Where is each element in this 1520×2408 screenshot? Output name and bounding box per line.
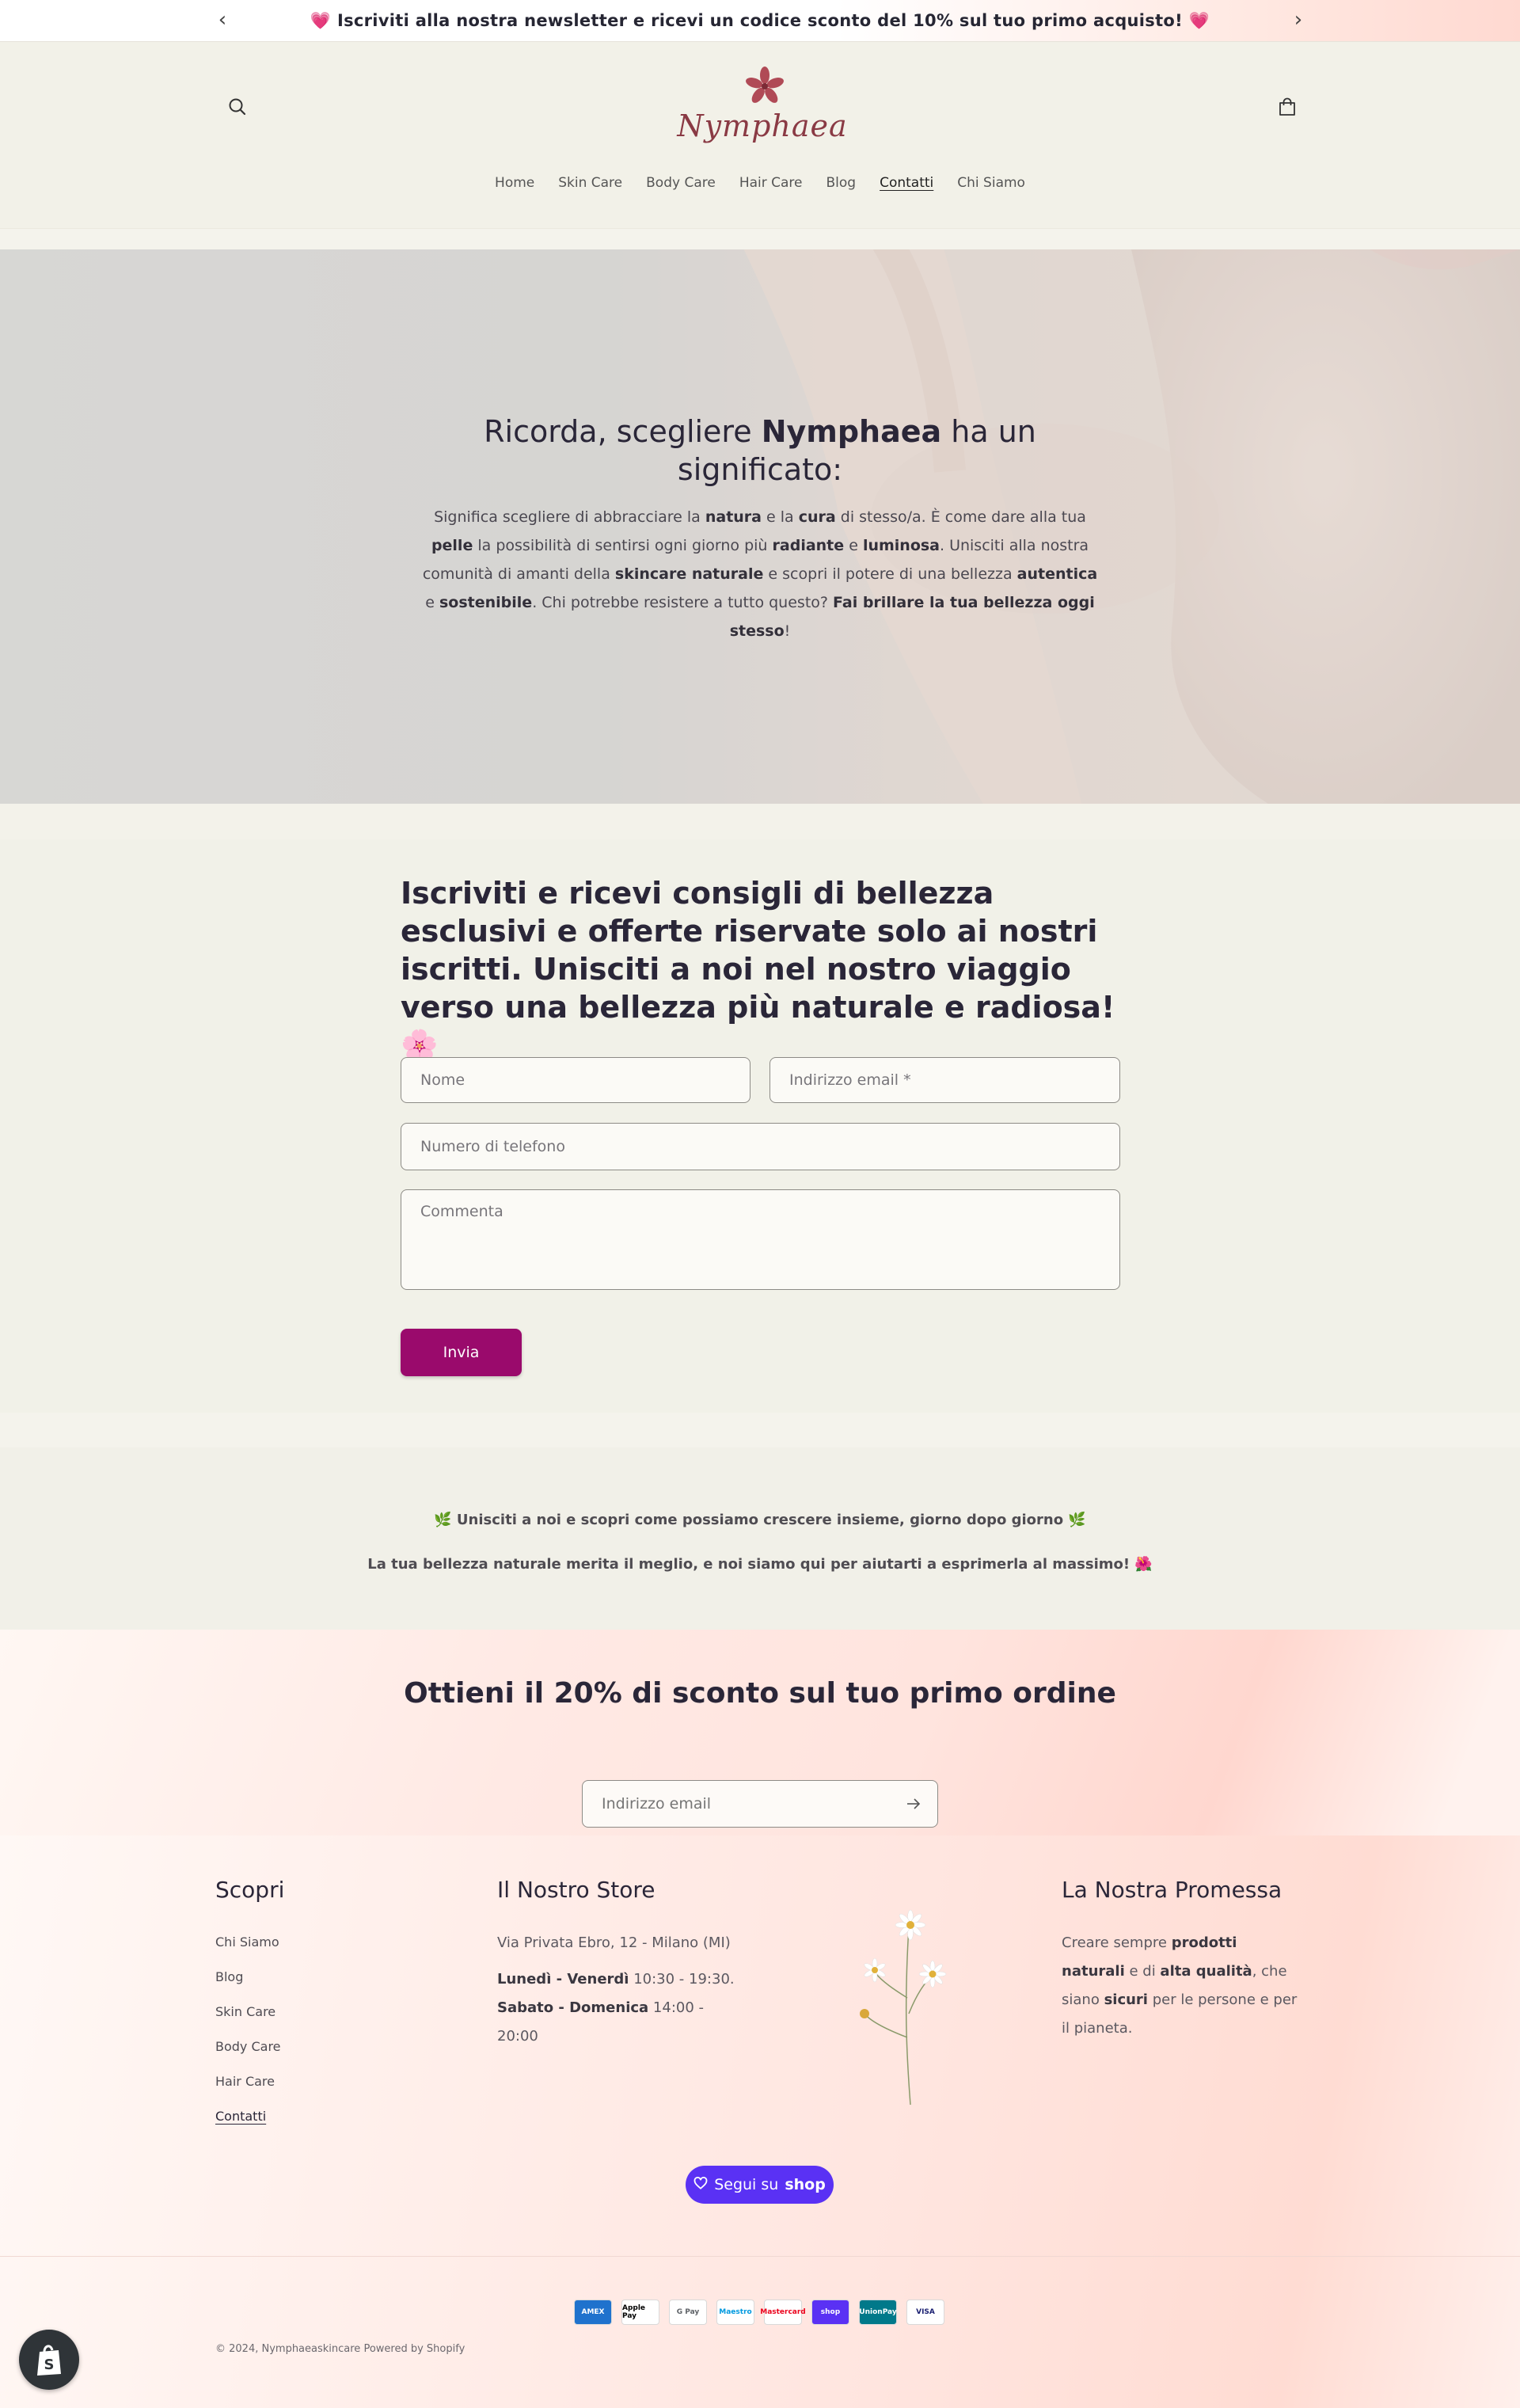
promo-line-2: La tua bellezza naturale merita il megli… (367, 1556, 1153, 1573)
footer-link-hair-care[interactable]: Hair Care (215, 2074, 281, 2109)
payment-icon: AMEX (574, 2300, 612, 2325)
site-footer: Scopri Chi Siamo Blog Skin Care Body Car… (0, 1835, 1520, 2408)
footer-heading-discover: Scopri (215, 1877, 285, 1903)
contact-section: Iscriviti e ricevi consigli di bellezza … (0, 839, 1520, 1413)
site-logo[interactable]: Nymphaea (671, 66, 853, 153)
daisy-illustration (860, 1909, 947, 2106)
contact-title: Iscriviti e ricevi consigli di bellezza … (401, 876, 1115, 1063)
hero-text-segment: skincare naturale (614, 565, 764, 583)
chevron-right-icon[interactable]: › (1286, 8, 1310, 32)
payment-methods: AMEX Apple Pay G Pay Maestro Mastercard shop U… (574, 2300, 944, 2325)
search-icon[interactable] (226, 95, 249, 119)
hero-text-segment: pelle (431, 537, 473, 554)
section-gap (0, 1413, 1520, 1447)
promise-text: Creare sempre prodotti naturali e di alt… (1062, 1929, 1299, 2043)
hero-text-segment: e (425, 594, 439, 611)
header-spacer (0, 228, 1520, 249)
payment-icon: UnionPay (859, 2300, 897, 2325)
name-field[interactable] (401, 1057, 750, 1103)
promise-text-segment: alta qualità (1160, 1963, 1252, 1980)
shopify-bag-icon[interactable]: S (19, 2330, 79, 2390)
promise-text-segment: e di (1124, 1963, 1161, 1980)
payment-icon: G Pay (669, 2300, 707, 2325)
footer-links: Chi Siamo Blog Skin Care Body Care Hair … (215, 1934, 281, 2144)
hero-text-segment: radiante (772, 537, 845, 554)
main-nav: Home Skin Care Body Care Hair Care Blog … (0, 175, 1520, 191)
newsletter-email-input[interactable] (582, 1780, 938, 1828)
hero-text-segment: la possibilità di sentirsi ogni giorno p… (473, 537, 773, 554)
hero-banner: Ricorda, scegliere Nymphaea ha un signif… (0, 249, 1520, 804)
arrow-right-icon[interactable] (904, 1794, 923, 1813)
follow-on-shop-button[interactable]: Segui su shop (686, 2166, 834, 2204)
hero-text-segment: e (844, 537, 863, 554)
nav-body-care[interactable]: Body Care (646, 175, 716, 191)
newsletter-title: Ottieni il 20% di sconto sul tuo primo o… (404, 1677, 1116, 1710)
phone-field[interactable] (401, 1123, 1120, 1170)
hero-text-segment: luminosa (862, 537, 940, 554)
footer-link-chi-siamo[interactable]: Chi Siamo (215, 1934, 281, 1969)
email-field[interactable] (770, 1057, 1120, 1103)
announcement-bar: ‹ 💗 Iscriviti alla nostra newsletter e r… (0, 0, 1520, 41)
promo-section: 🌿 Unisciti a noi e scopri come possiamo … (0, 1447, 1520, 1630)
hero-text-segment: ! (784, 622, 791, 640)
cart-icon[interactable] (1275, 95, 1300, 120)
logo-text: Nymphaea (677, 108, 848, 143)
hero-text-segment: . Chi potrebbe resistere a tutto questo? (532, 594, 834, 611)
nav-home[interactable]: Home (495, 175, 534, 191)
payment-icon: VISA (906, 2300, 944, 2325)
hero-text-segment: cura (798, 508, 836, 526)
store-address: Via Privata Ebro, 12 - Milano (MI) (497, 1934, 731, 1951)
follow-label: Segui su (714, 2176, 779, 2193)
hero-text: Significa scegliere di abbracciare la na… (420, 503, 1100, 645)
svg-text:S: S (44, 2357, 55, 2373)
site-header: Nymphaea Home Skin Care Body Care Hair C… (0, 42, 1520, 228)
footer-divider (0, 2256, 1520, 2257)
heart-icon (694, 2176, 708, 2194)
hero-text-segment: sostenibile (439, 594, 533, 611)
store-hours: Lunedì - Venerdì 10:30 - 19:30. Sabato -… (497, 1971, 735, 2045)
payment-icon: Apple Pay (621, 2300, 659, 2325)
nav-blog[interactable]: Blog (826, 175, 857, 191)
newsletter-section: Ottieni il 20% di sconto sul tuo primo o… (0, 1630, 1520, 1835)
submit-button[interactable]: Invia (401, 1329, 522, 1376)
nav-hair-care[interactable]: Hair Care (739, 175, 803, 191)
hero-text-segment: di stesso/a. È come dare alla tua (835, 508, 1086, 526)
announcement-text: 💗 Iscriviti alla nostra newsletter e ric… (310, 10, 1210, 30)
payment-icon: shop (811, 2300, 849, 2325)
store-info: Via Privata Ebro, 12 - Milano (MI) Luned… (497, 1929, 735, 2051)
nav-chi-siamo[interactable]: Chi Siamo (957, 175, 1025, 191)
comment-field[interactable] (401, 1189, 1120, 1290)
hero-text-segment: e la (762, 508, 799, 526)
shop-brand: shop (785, 2176, 826, 2193)
payment-icon: Maestro (716, 2300, 754, 2325)
footer-link-skin-care[interactable]: Skin Care (215, 2004, 281, 2039)
footer-link-body-care[interactable]: Body Care (215, 2039, 281, 2074)
footer-heading-store: Il Nostro Store (497, 1877, 656, 1903)
promise-text-segment: Creare sempre (1062, 1934, 1172, 1951)
nav-contatti[interactable]: Contatti (880, 175, 933, 191)
footer-link-blog[interactable]: Blog (215, 1969, 281, 2004)
footer-heading-promise: La Nostra Promessa (1062, 1877, 1282, 1903)
hero-text-segment: autentica (1016, 565, 1098, 583)
promo-line-1: 🌿 Unisciti a noi e scopri come possiamo … (434, 1512, 1086, 1528)
footer-link-contatti[interactable]: Contatti (215, 2109, 281, 2144)
hero-content: Ricorda, scegliere Nymphaea ha un signif… (420, 413, 1100, 645)
promise-text-segment: sicuri (1104, 1991, 1148, 2008)
hero-text-segment: Significa scegliere di abbracciare la (434, 508, 705, 526)
hero-text-segment: natura (705, 508, 762, 526)
chevron-left-icon[interactable]: ‹ (211, 8, 234, 32)
hero-title: Ricorda, scegliere Nymphaea ha un signif… (484, 414, 1036, 487)
hero-text-segment: e scopri il potere di una bellezza (763, 565, 1017, 583)
copyright: © 2024, Nymphaeaskincare Powered by Shop… (215, 2343, 466, 2355)
payment-icon: Mastercard (760, 2300, 806, 2325)
flower-logo-icon (746, 67, 784, 103)
nav-skin-care[interactable]: Skin Care (558, 175, 622, 191)
